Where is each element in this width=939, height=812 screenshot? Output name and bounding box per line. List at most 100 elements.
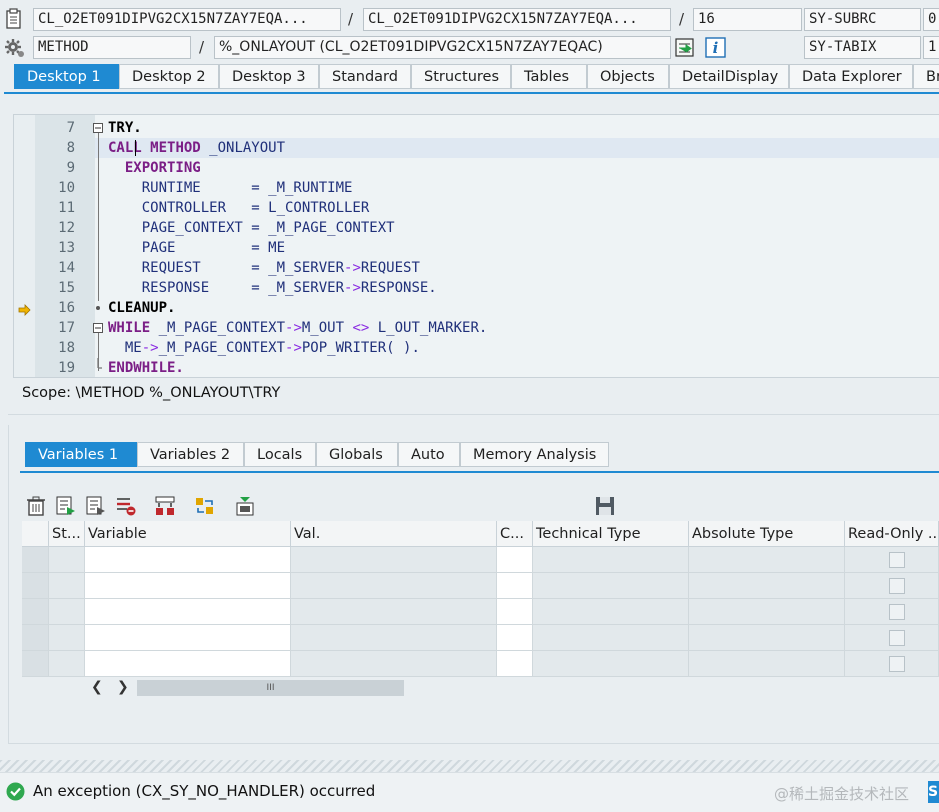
fold-guide <box>98 133 99 301</box>
code-text: EXPORTING <box>108 158 201 178</box>
code-line[interactable]: 12 PAGE_CONTEXT = _M_PAGE_CONTEXT <box>14 218 939 238</box>
code-line[interactable]: 15 RESPONSE = _M_SERVER->RESPONSE. <box>14 278 939 298</box>
code-line[interactable]: 10 RUNTIME = _M_RUNTIME <box>14 178 939 198</box>
resize-handle[interactable] <box>0 760 939 772</box>
code-token: TRY. <box>108 120 142 136</box>
line-number: 14 <box>58 260 75 276</box>
line-number: 13 <box>58 240 75 256</box>
current-line-arrow-icon <box>18 302 31 316</box>
watermark-text: @稀土掘金技术社区 <box>774 785 910 803</box>
code-line[interactable]: 18 ME->_M_PAGE_CONTEXT->POP_WRITER( ). <box>14 338 939 358</box>
code-token: RUNTIME = _M_RUNTIME <box>108 180 353 196</box>
lower-panel-border <box>8 425 939 744</box>
line-number: 9 <box>66 160 75 176</box>
tab-desktop-2[interactable]: Desktop 2 <box>119 64 219 89</box>
tab-structures[interactable]: Structures <box>411 64 511 89</box>
code-token: METHOD <box>150 140 201 156</box>
scope-label: Scope: \METHOD %_ONLAYOUT\TRY <box>22 385 281 401</box>
fold-guide <box>98 333 99 371</box>
block-type-field[interactable]: METHOD <box>33 36 191 59</box>
code-line[interactable]: 11 CONTROLLER = L_CONTROLLER <box>14 198 939 218</box>
code-token: _M_PAGE_CONTEXT <box>158 340 286 356</box>
code-line[interactable]: 8 CALL METHOD _ONLAYOUT <box>67 138 939 158</box>
svg-text:i: i <box>713 39 719 57</box>
main-program-field[interactable]: CL_O2ET091DIPVG2CX15N7ZAY7EQA... <box>33 8 341 31</box>
line-number: 10 <box>58 180 75 196</box>
source-code-editor[interactable]: 7 TRY. 8 CALL METHOD _ONLAYOUT 9 EXPORTING 10… <box>13 114 939 378</box>
code-text: WHILE _M_PAGE_CONTEXT->M_OUT <> L_OUT_MA… <box>108 318 487 338</box>
tab-tables[interactable]: Tables <box>511 64 587 89</box>
tab-underline <box>4 92 939 94</box>
program-icon[interactable] <box>5 8 23 30</box>
sysvar-value-field-1[interactable]: 0 <box>923 8 939 31</box>
line-number: 18 <box>58 340 75 356</box>
code-text: ENDWHILE. <box>108 358 184 377</box>
status-message[interactable]: An exception (CX_SY_NO_HANDLER) occurred <box>33 782 375 800</box>
code-line[interactable]: 13 PAGE = ME <box>14 238 939 258</box>
separator: / <box>679 10 685 28</box>
code-line[interactable]: 9 EXPORTING <box>14 158 939 178</box>
code-text: RUNTIME = _M_RUNTIME <box>108 178 353 198</box>
code-token: WHILE <box>108 320 151 336</box>
code-token: CALL <box>108 140 142 156</box>
code-token: L_OUT_MARKER. <box>369 320 488 336</box>
sysvar-name-field-1[interactable]: SY-SUBRC <box>804 8 921 31</box>
code-token: EXPORTING <box>124 160 201 176</box>
code-line[interactable]: 17 WHILE _M_PAGE_CONTEXT->M_OUT <> L_OUT_… <box>14 318 939 338</box>
code-token: -> <box>285 320 302 336</box>
status-corner-icon[interactable]: S <box>928 781 939 803</box>
sysvar-name-field-2[interactable]: SY-TABIX <box>804 36 921 59</box>
code-line[interactable]: 7 TRY. <box>14 118 939 138</box>
code-token: PAGE = ME <box>108 240 286 256</box>
line-number: 12 <box>58 220 75 236</box>
line-number: 8 <box>66 140 75 156</box>
tab-data-explorer[interactable]: Data Explorer <box>789 64 913 89</box>
line-number-field[interactable]: 16 <box>693 8 802 31</box>
line-number: 15 <box>58 280 75 296</box>
code-token: -> <box>285 340 302 356</box>
line-number: 7 <box>66 120 75 136</box>
code-text: ME->_M_PAGE_CONTEXT->POP_WRITER( ). <box>108 338 420 358</box>
code-text: TRY. <box>108 118 142 138</box>
code-line[interactable]: 14 REQUEST = _M_SERVER->REQUEST <box>14 258 939 278</box>
code-line[interactable]: 16 CLEANUP. <box>14 298 939 318</box>
sysvar-value-field-2[interactable]: 1 <box>923 36 939 59</box>
line-number: 17 <box>58 320 75 336</box>
tab-detaildisplay[interactable]: DetailDisplay <box>669 64 789 89</box>
method-name-field[interactable]: %_ONLAYOUT (CL_O2ET091DIPVG2CX15N7ZAY7EQ… <box>214 36 671 59</box>
tab-standard[interactable]: Standard <box>319 64 411 89</box>
include-field[interactable]: CL_O2ET091DIPVG2CX15N7ZAY7EQA... <box>363 8 671 31</box>
tab-desktop-3[interactable]: Desktop 3 <box>219 64 319 89</box>
line-number: 11 <box>58 200 75 216</box>
tab-desktop-1[interactable]: Desktop 1 <box>14 64 119 89</box>
code-token: POP_WRITER( ). <box>301 340 420 356</box>
splitter[interactable] <box>8 414 939 423</box>
status-bar: An exception (CX_SY_NO_HANDLER) occurred… <box>0 772 939 812</box>
code-token: -> <box>141 340 159 356</box>
code-token: RESPONSE. <box>360 280 437 296</box>
code-text: RESPONSE = _M_SERVER->RESPONSE. <box>108 278 437 298</box>
navigate-to-source-icon[interactable] <box>674 37 696 59</box>
code-token: PAGE_CONTEXT = _M_PAGE_CONTEXT <box>108 220 395 236</box>
settings-gear-icon[interactable] <box>4 37 26 59</box>
code-text: CLEANUP. <box>108 298 175 318</box>
tab-objects[interactable]: Objects <box>587 64 669 89</box>
success-check-icon <box>6 782 25 801</box>
code-token: CLEANUP. <box>108 300 176 316</box>
desktop-tab-bar: Desktop 1 Desktop 2 Desktop 3 Standard S… <box>14 64 939 90</box>
code-token: ENDWHILE. <box>108 360 184 376</box>
tab-more[interactable]: Br <box>913 64 939 89</box>
code-token: CONTROLLER = L_CONTROLLER <box>108 200 370 216</box>
separator: / <box>348 10 354 28</box>
line-number: 16 <box>58 300 75 316</box>
separator: / <box>199 38 205 56</box>
code-text: PAGE = ME <box>108 238 285 258</box>
code-token: <> <box>352 320 370 336</box>
code-token: RESPONSE = _M_SERVER <box>108 280 345 296</box>
code-text: REQUEST = _M_SERVER->REQUEST <box>108 258 420 278</box>
line-number: 19 <box>58 360 75 376</box>
code-line[interactable]: 19 ENDWHILE. <box>14 358 939 377</box>
info-icon[interactable]: i <box>705 37 726 58</box>
